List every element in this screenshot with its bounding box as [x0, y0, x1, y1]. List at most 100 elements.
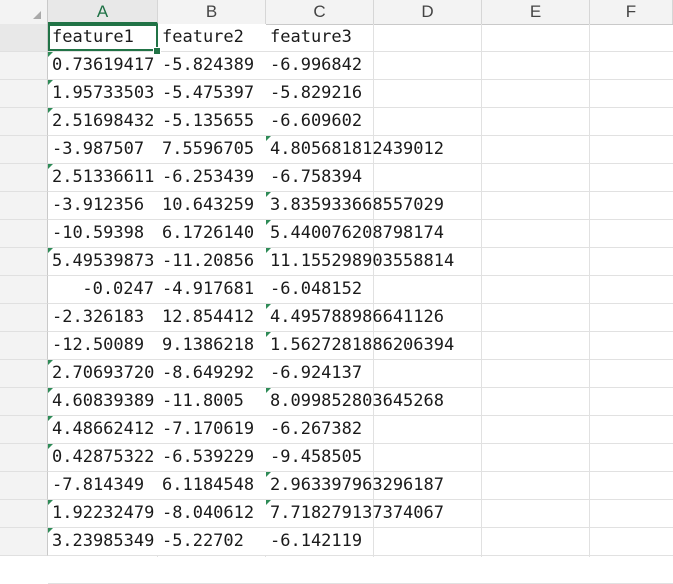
row-header-2[interactable] — [0, 52, 48, 80]
cell-c18[interactable]: 7.718279137374067 — [266, 500, 444, 527]
cell-a2[interactable]: 0.73619417 — [48, 52, 158, 79]
cell-b4[interactable]: -5.135655 — [158, 108, 266, 135]
cell-c17[interactable]: 2.963397963296187 — [266, 472, 444, 499]
row-header-10[interactable] — [0, 276, 48, 304]
cell-a7[interactable]: -3.912356 — [48, 192, 158, 219]
cell-value: 8.099852803645268 — [270, 391, 444, 411]
cell-value: 3.23985349 — [52, 531, 155, 551]
cell-b17[interactable]: 6.1184548 — [158, 472, 266, 499]
row-header-5[interactable] — [0, 136, 48, 164]
row-header-4[interactable] — [0, 108, 48, 136]
number-as-text-flag-icon — [48, 248, 53, 253]
row-header-11[interactable] — [0, 304, 48, 332]
number-as-text-flag-icon — [266, 472, 271, 477]
cell-value: 7.718279137374067 — [270, 503, 444, 523]
cell-value: -12.50089 — [52, 335, 145, 355]
cell-a5[interactable]: -3.987507 — [48, 136, 158, 163]
cell-a3[interactable]: 1.95733503 — [48, 80, 158, 107]
row-header-8[interactable] — [0, 220, 48, 248]
column-header-f[interactable]: F — [590, 0, 673, 24]
cell-c6[interactable]: -6.758394 — [266, 164, 374, 191]
cell-b16[interactable]: -6.539229 — [158, 444, 266, 471]
cell-a10[interactable]: -0.0247 — [48, 276, 158, 303]
cell-b2[interactable]: -5.824389 — [158, 52, 266, 79]
cell-c5[interactable]: 4.805681812439012 — [266, 136, 444, 163]
row-header-1[interactable] — [0, 24, 48, 52]
cell-b1[interactable]: feature2 — [158, 24, 266, 51]
number-as-text-flag-icon — [266, 248, 271, 253]
cell-a11[interactable]: -2.326183 — [48, 304, 158, 331]
row-header-9[interactable] — [0, 248, 48, 276]
row-header-17[interactable] — [0, 472, 48, 500]
cell-c3[interactable]: -5.829216 — [266, 80, 374, 107]
cell-value: -0.0247 — [82, 279, 154, 299]
cell-c1[interactable]: feature3 — [266, 24, 374, 51]
cell-b14[interactable]: -11.8005 — [158, 388, 266, 415]
cell-c12[interactable]: 1.5627281886206394 — [266, 332, 454, 359]
cell-a13[interactable]: 2.70693720 — [48, 360, 158, 387]
row-header-16[interactable] — [0, 444, 48, 472]
column-header-d[interactable]: D — [374, 0, 482, 24]
cell-b13[interactable]: -8.649292 — [158, 360, 266, 387]
cell-b8[interactable]: 6.1726140 — [158, 220, 266, 247]
cell-c10[interactable]: -6.048152 — [266, 276, 374, 303]
cell-a15[interactable]: 4.48662412 — [48, 416, 158, 443]
cell-b18[interactable]: -8.040612 — [158, 500, 266, 527]
cell-value: -6.539229 — [162, 447, 255, 467]
number-as-text-flag-icon — [266, 304, 271, 309]
cell-value: 4.48662412 — [52, 419, 155, 439]
cell-c4[interactable]: -6.609602 — [266, 108, 374, 135]
cell-value: -5.22702 — [162, 531, 244, 551]
cell-a12[interactable]: -12.50089 — [48, 332, 158, 359]
cell-a19[interactable]: 3.23985349 — [48, 528, 158, 555]
cell-b12[interactable]: 9.1386218 — [158, 332, 266, 359]
cell-b5[interactable]: 7.5596705 — [158, 136, 266, 163]
row-header-12[interactable] — [0, 332, 48, 360]
row-header-13[interactable] — [0, 360, 48, 388]
row-header-15[interactable] — [0, 416, 48, 444]
cell-value: -6.924137 — [270, 363, 363, 383]
cell-a6[interactable]: 2.51336611 — [48, 164, 158, 191]
cell-c2[interactable]: -6.996842 — [266, 52, 374, 79]
cell-a18[interactable]: 1.92232479 — [48, 500, 158, 527]
cell-c11[interactable]: 4.495788986641126 — [266, 304, 444, 331]
row-header-6[interactable] — [0, 164, 48, 192]
row-header-19[interactable] — [0, 528, 48, 556]
cell-c7[interactable]: 3.835933668557029 — [266, 192, 444, 219]
cell-b7[interactable]: 10.643259 — [158, 192, 266, 219]
cell-c13[interactable]: -6.924137 — [266, 360, 374, 387]
column-header-a[interactable]: A — [48, 0, 158, 24]
cell-b3[interactable]: -5.475397 — [158, 80, 266, 107]
cell-c14[interactable]: 8.099852803645268 — [266, 388, 444, 415]
cell-c8[interactable]: 5.440076208798174 — [266, 220, 444, 247]
cell-a8[interactable]: -10.59398 — [48, 220, 158, 247]
cell-b9[interactable]: -11.20856 — [158, 248, 266, 275]
cell-a1[interactable]: feature1 — [48, 24, 158, 51]
cell-value: 4.805681812439012 — [270, 139, 444, 159]
cell-a16[interactable]: 0.42875322 — [48, 444, 158, 471]
column-header-c[interactable]: C — [266, 0, 374, 24]
cell-c19[interactable]: -6.142119 — [266, 528, 374, 555]
row-header-3[interactable] — [0, 80, 48, 108]
select-all-corner[interactable] — [0, 0, 48, 24]
cell-b15[interactable]: -7.170619 — [158, 416, 266, 443]
cell-c9[interactable]: 11.155298903558814 — [266, 248, 454, 275]
cell-value: -5.829216 — [270, 83, 363, 103]
row-header-7[interactable] — [0, 192, 48, 220]
cell-c15[interactable]: -6.267382 — [266, 416, 374, 443]
row-header-18[interactable] — [0, 500, 48, 528]
cell-a4[interactable]: 2.51698432 — [48, 108, 158, 135]
column-header-e[interactable]: E — [482, 0, 590, 24]
fill-handle[interactable] — [153, 47, 161, 55]
cell-b6[interactable]: -6.253439 — [158, 164, 266, 191]
cell-a17[interactable]: -7.814349 — [48, 472, 158, 499]
cell-a14[interactable]: 4.60839389 — [48, 388, 158, 415]
cell-c16[interactable]: -9.458505 — [266, 444, 374, 471]
cell-b10[interactable]: -4.917681 — [158, 276, 266, 303]
row-header-14[interactable] — [0, 388, 48, 416]
column-header-b[interactable]: B — [158, 0, 266, 24]
cell-value: -3.987507 — [52, 139, 145, 159]
cell-b19[interactable]: -5.22702 — [158, 528, 266, 555]
cell-b11[interactable]: 12.854412 — [158, 304, 266, 331]
cell-a9[interactable]: 5.49539873 — [48, 248, 158, 275]
